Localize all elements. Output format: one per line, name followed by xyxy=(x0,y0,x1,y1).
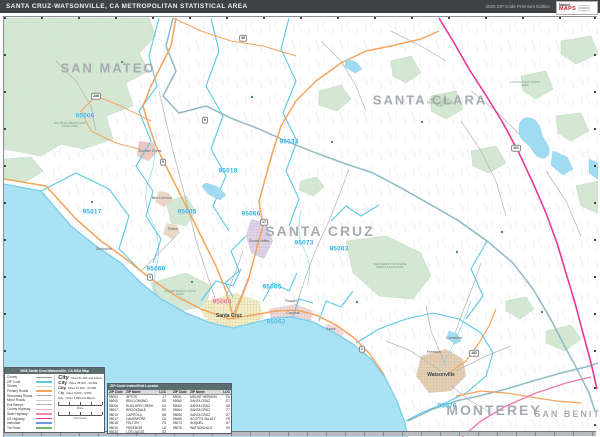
legend-items: CountyZIP CodeStreetsPrimary RoadsSecond… xyxy=(7,375,52,430)
legend-swatch-toll xyxy=(36,427,52,429)
legend-swatch-secondary xyxy=(36,395,52,396)
legend-city-c3: CityCities 10,000 - 24,999 xyxy=(58,385,102,390)
legend-swatch-minor xyxy=(36,400,52,401)
zip-table-cell: LOS GATOS xyxy=(125,430,157,434)
legend-cities: CityCities 50,000 and AboveCityCities 25… xyxy=(54,375,102,430)
legend-swatch-street xyxy=(36,386,52,387)
legend-swatch-primary xyxy=(36,390,52,391)
zip-table-cell xyxy=(172,430,189,434)
legend-swatch-us-hwy xyxy=(36,418,52,420)
page-title: SANTA CRUZ-WATSONVILLE, CA METROPOLITAN … xyxy=(0,3,248,10)
zip-table-cell xyxy=(189,430,221,434)
legend-swatch-ramp xyxy=(36,404,52,405)
scale-bar-kilometers: Kilometers xyxy=(58,413,102,420)
legend-city-c5: CityCities 4,999 and Below xyxy=(58,395,102,400)
grid-ticks-top xyxy=(4,17,596,19)
header-bar: SANTA CRUZ-WATSONVILLE, CA METROPOLITAN … xyxy=(0,0,600,13)
logo-address-lines xyxy=(578,5,590,12)
scale-bar-miles: Miles xyxy=(58,403,102,410)
edition-label: 2026 ZIP Code Premium Edition xyxy=(486,4,550,9)
marketmaps-logo: Market MAPS xyxy=(556,1,598,15)
legend-swatch-state-hwy xyxy=(36,413,52,415)
grid-ticks-right xyxy=(594,17,596,436)
zip-index-table: ZIP Code Index/Grid Locator ZIP CodeZIP … xyxy=(107,383,232,434)
zip-table-cell xyxy=(221,430,231,434)
legend-swatch-interstate xyxy=(36,422,52,424)
map-page: SANTA CRUZ-WATSONVILLE, CA METROPOLITAN … xyxy=(0,0,600,437)
map-legend: 2026 Santa Cruz-Watsonville, CA MSA Map … xyxy=(4,367,105,433)
legend-swatch-zip xyxy=(36,381,52,382)
legend-swatch-county-hwy xyxy=(36,409,52,410)
zip-table-cell: G3 xyxy=(157,430,167,434)
legend-item-toll-road: Toll Road xyxy=(7,426,52,431)
logo-brand-bottom: MAPS xyxy=(559,7,576,13)
zip-table-cell: 95033 xyxy=(108,430,125,434)
legend-swatch-county xyxy=(36,377,52,379)
